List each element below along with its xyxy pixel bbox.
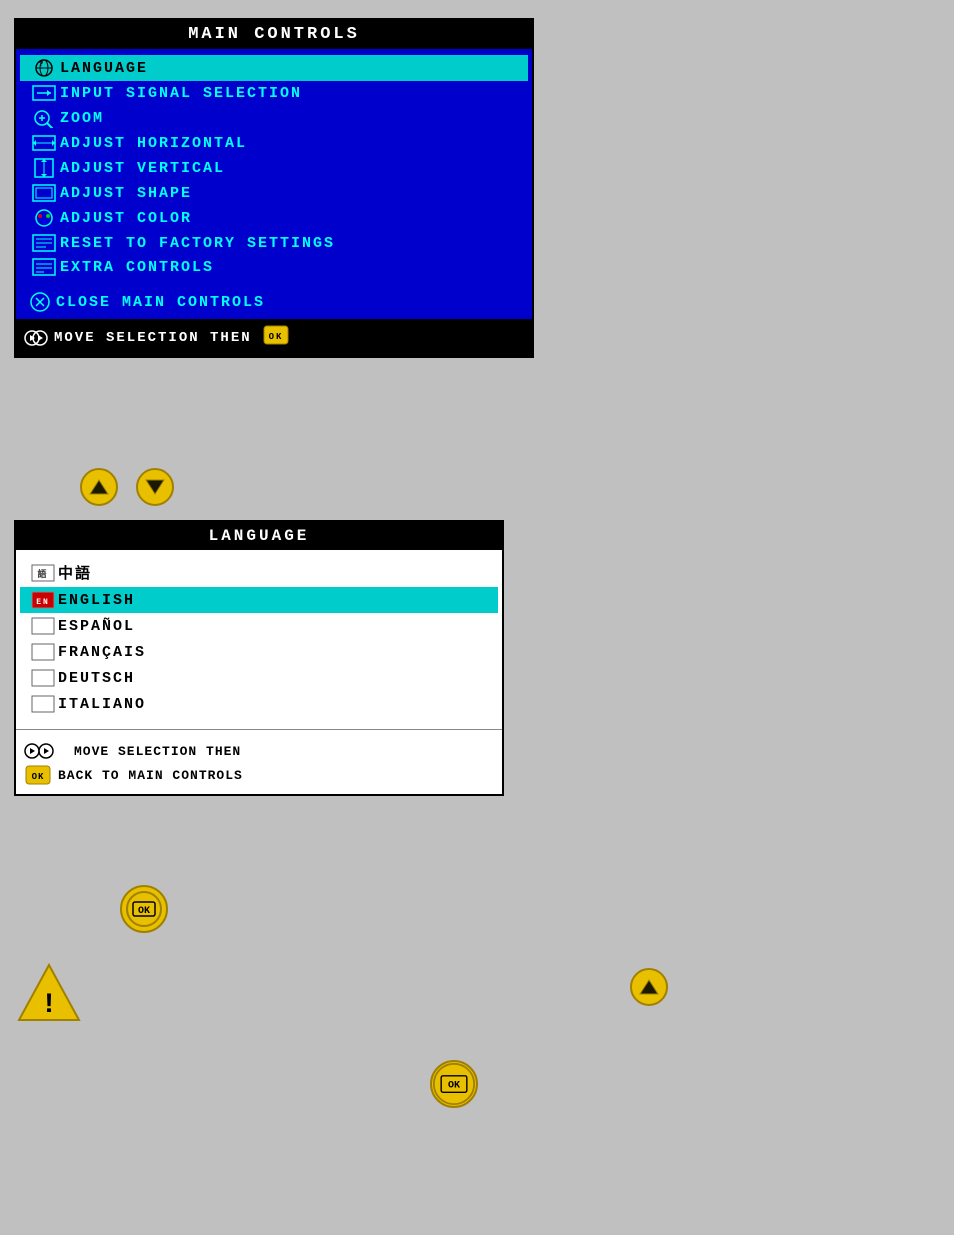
adjust-color-icon <box>28 208 60 228</box>
arrow-up-right[interactable] <box>630 968 668 1006</box>
lang-footer-line1: MOVE SELECTION THEN <box>24 740 494 762</box>
menu-item-reset-factory-text: RESET TO FACTORY SETTINGS <box>60 235 335 252</box>
ok-button-1[interactable]: OK <box>120 885 168 933</box>
adjust-vertical-icon <box>28 158 60 178</box>
menu-item-input-signal[interactable]: INPUT SIGNAL SELECTION <box>20 81 528 105</box>
menu-item-language[interactable]: ? LANGUAGE <box>20 55 528 81</box>
input-signal-icon <box>28 84 60 102</box>
lang-item-italiano[interactable]: ITALIANO <box>20 691 498 717</box>
adjust-shape-icon <box>28 184 60 202</box>
lang-footer-move-text: MOVE SELECTION THEN <box>74 744 241 759</box>
menu-item-adjust-shape[interactable]: ADJUST SHAPE <box>20 181 528 205</box>
lang-item-english[interactable]: EN ENGLISH <box>20 587 498 613</box>
lang-item-francais[interactable]: FRANÇAIS <box>20 639 498 665</box>
ok-button-container-2: OK <box>430 1060 478 1108</box>
main-panel-footer: MOVE SELECTION THEN OK <box>16 319 532 356</box>
arrow-up-button[interactable] <box>80 468 118 506</box>
menu-item-adjust-color-text: ADJUST COLOR <box>60 210 192 227</box>
menu-item-reset-factory[interactable]: RESET TO FACTORY SETTINGS <box>20 231 528 255</box>
footer-icons <box>24 327 48 349</box>
lang-item-deutsch[interactable]: DEUTSCH <box>20 665 498 691</box>
lang-panel-divider <box>16 729 502 730</box>
svg-text:OK: OK <box>268 332 283 342</box>
francais-flag-icon <box>28 643 58 661</box>
main-controls-panel: MAIN CONTROLS ? LANGUAGE <box>14 18 534 358</box>
deutsch-flag-icon <box>28 669 58 687</box>
extra-controls-icon <box>28 258 60 276</box>
menu-item-zoom-text: ZOOM <box>60 110 104 127</box>
svg-text:!: ! <box>41 990 58 1021</box>
nav-arrow-buttons <box>80 468 174 506</box>
english-flag-icon: EN <box>28 591 58 609</box>
close-main-controls[interactable]: CLOSE MAIN CONTROLS <box>16 285 532 319</box>
espanol-flag-icon <box>28 617 58 635</box>
chinese-flag-icon: 語 <box>28 564 58 582</box>
ok-button-2[interactable]: OK <box>430 1060 478 1108</box>
language-items: 語 中語 EN ENGLISH ESPAÑOL <box>16 550 502 725</box>
menu-item-adjust-horizontal-text: ADJUST HORIZONTAL <box>60 135 247 152</box>
ok-button-container-1: OK <box>120 885 168 933</box>
lang-panel-footer: MOVE SELECTION THEN OK BACK TO MAIN CONT… <box>16 734 502 794</box>
menu-item-adjust-vertical-text: ADJUST VERTICAL <box>60 160 225 177</box>
language-panel-title: LANGUAGE <box>16 522 502 550</box>
menu-item-adjust-horizontal[interactable]: ADJUST HORIZONTAL <box>20 131 528 155</box>
lang-item-chinese[interactable]: 語 中語 <box>20 558 498 587</box>
svg-text:?: ? <box>39 61 45 69</box>
italiano-flag-icon <box>28 695 58 713</box>
main-menu-items: ? LANGUAGE INPUT SIGNAL SELECTION <box>16 49 532 285</box>
menu-item-adjust-vertical[interactable]: ADJUST VERTICAL <box>20 155 528 181</box>
arrow-down-button[interactable] <box>136 468 174 506</box>
zoom-icon <box>28 108 60 128</box>
arrow-up-right-button[interactable] <box>630 968 668 1006</box>
svg-text:OK: OK <box>448 1081 461 1092</box>
warning-triangle: ! <box>14 960 84 1035</box>
menu-item-language-text: LANGUAGE <box>60 60 148 77</box>
svg-text:EN: EN <box>36 598 50 607</box>
adjust-horizontal-icon <box>28 134 60 152</box>
menu-item-extra-controls-text: EXTRA CONTROLS <box>60 259 214 276</box>
footer-move-text: MOVE SELECTION THEN <box>54 330 252 346</box>
menu-item-extra-controls[interactable]: EXTRA CONTROLS <box>20 255 528 279</box>
ok-icon-footer: OK <box>262 324 290 351</box>
main-controls-title: MAIN CONTROLS <box>16 20 532 49</box>
lang-item-espanol-text: ESPAÑOL <box>58 618 135 635</box>
language-icon: ? <box>28 58 60 78</box>
lang-footer-back-text: BACK TO MAIN CONTROLS <box>58 768 243 783</box>
menu-item-zoom[interactable]: ZOOM <box>20 105 528 131</box>
svg-text:OK: OK <box>138 906 150 917</box>
svg-text:語: 語 <box>37 568 48 580</box>
menu-item-input-signal-text: INPUT SIGNAL SELECTION <box>60 85 302 102</box>
lang-item-english-text: ENGLISH <box>58 592 135 609</box>
svg-text:OK: OK <box>32 772 45 782</box>
lang-item-francais-text: FRANÇAIS <box>58 644 146 661</box>
language-panel: LANGUAGE 語 中語 EN ENGLISH <box>14 520 504 796</box>
menu-item-adjust-shape-text: ADJUST SHAPE <box>60 185 192 202</box>
lang-item-deutsch-text: DEUTSCH <box>58 670 135 687</box>
lang-footer-line2: OK BACK TO MAIN CONTROLS <box>24 764 494 786</box>
lang-item-italiano-text: ITALIANO <box>58 696 146 713</box>
menu-item-adjust-color[interactable]: ADJUST COLOR <box>20 205 528 231</box>
close-main-controls-text: CLOSE MAIN CONTROLS <box>56 294 265 311</box>
lang-item-espanol[interactable]: ESPAÑOL <box>20 613 498 639</box>
reset-factory-icon <box>28 234 60 252</box>
lang-item-chinese-text: 中語 <box>58 562 92 583</box>
close-icon <box>24 291 56 313</box>
